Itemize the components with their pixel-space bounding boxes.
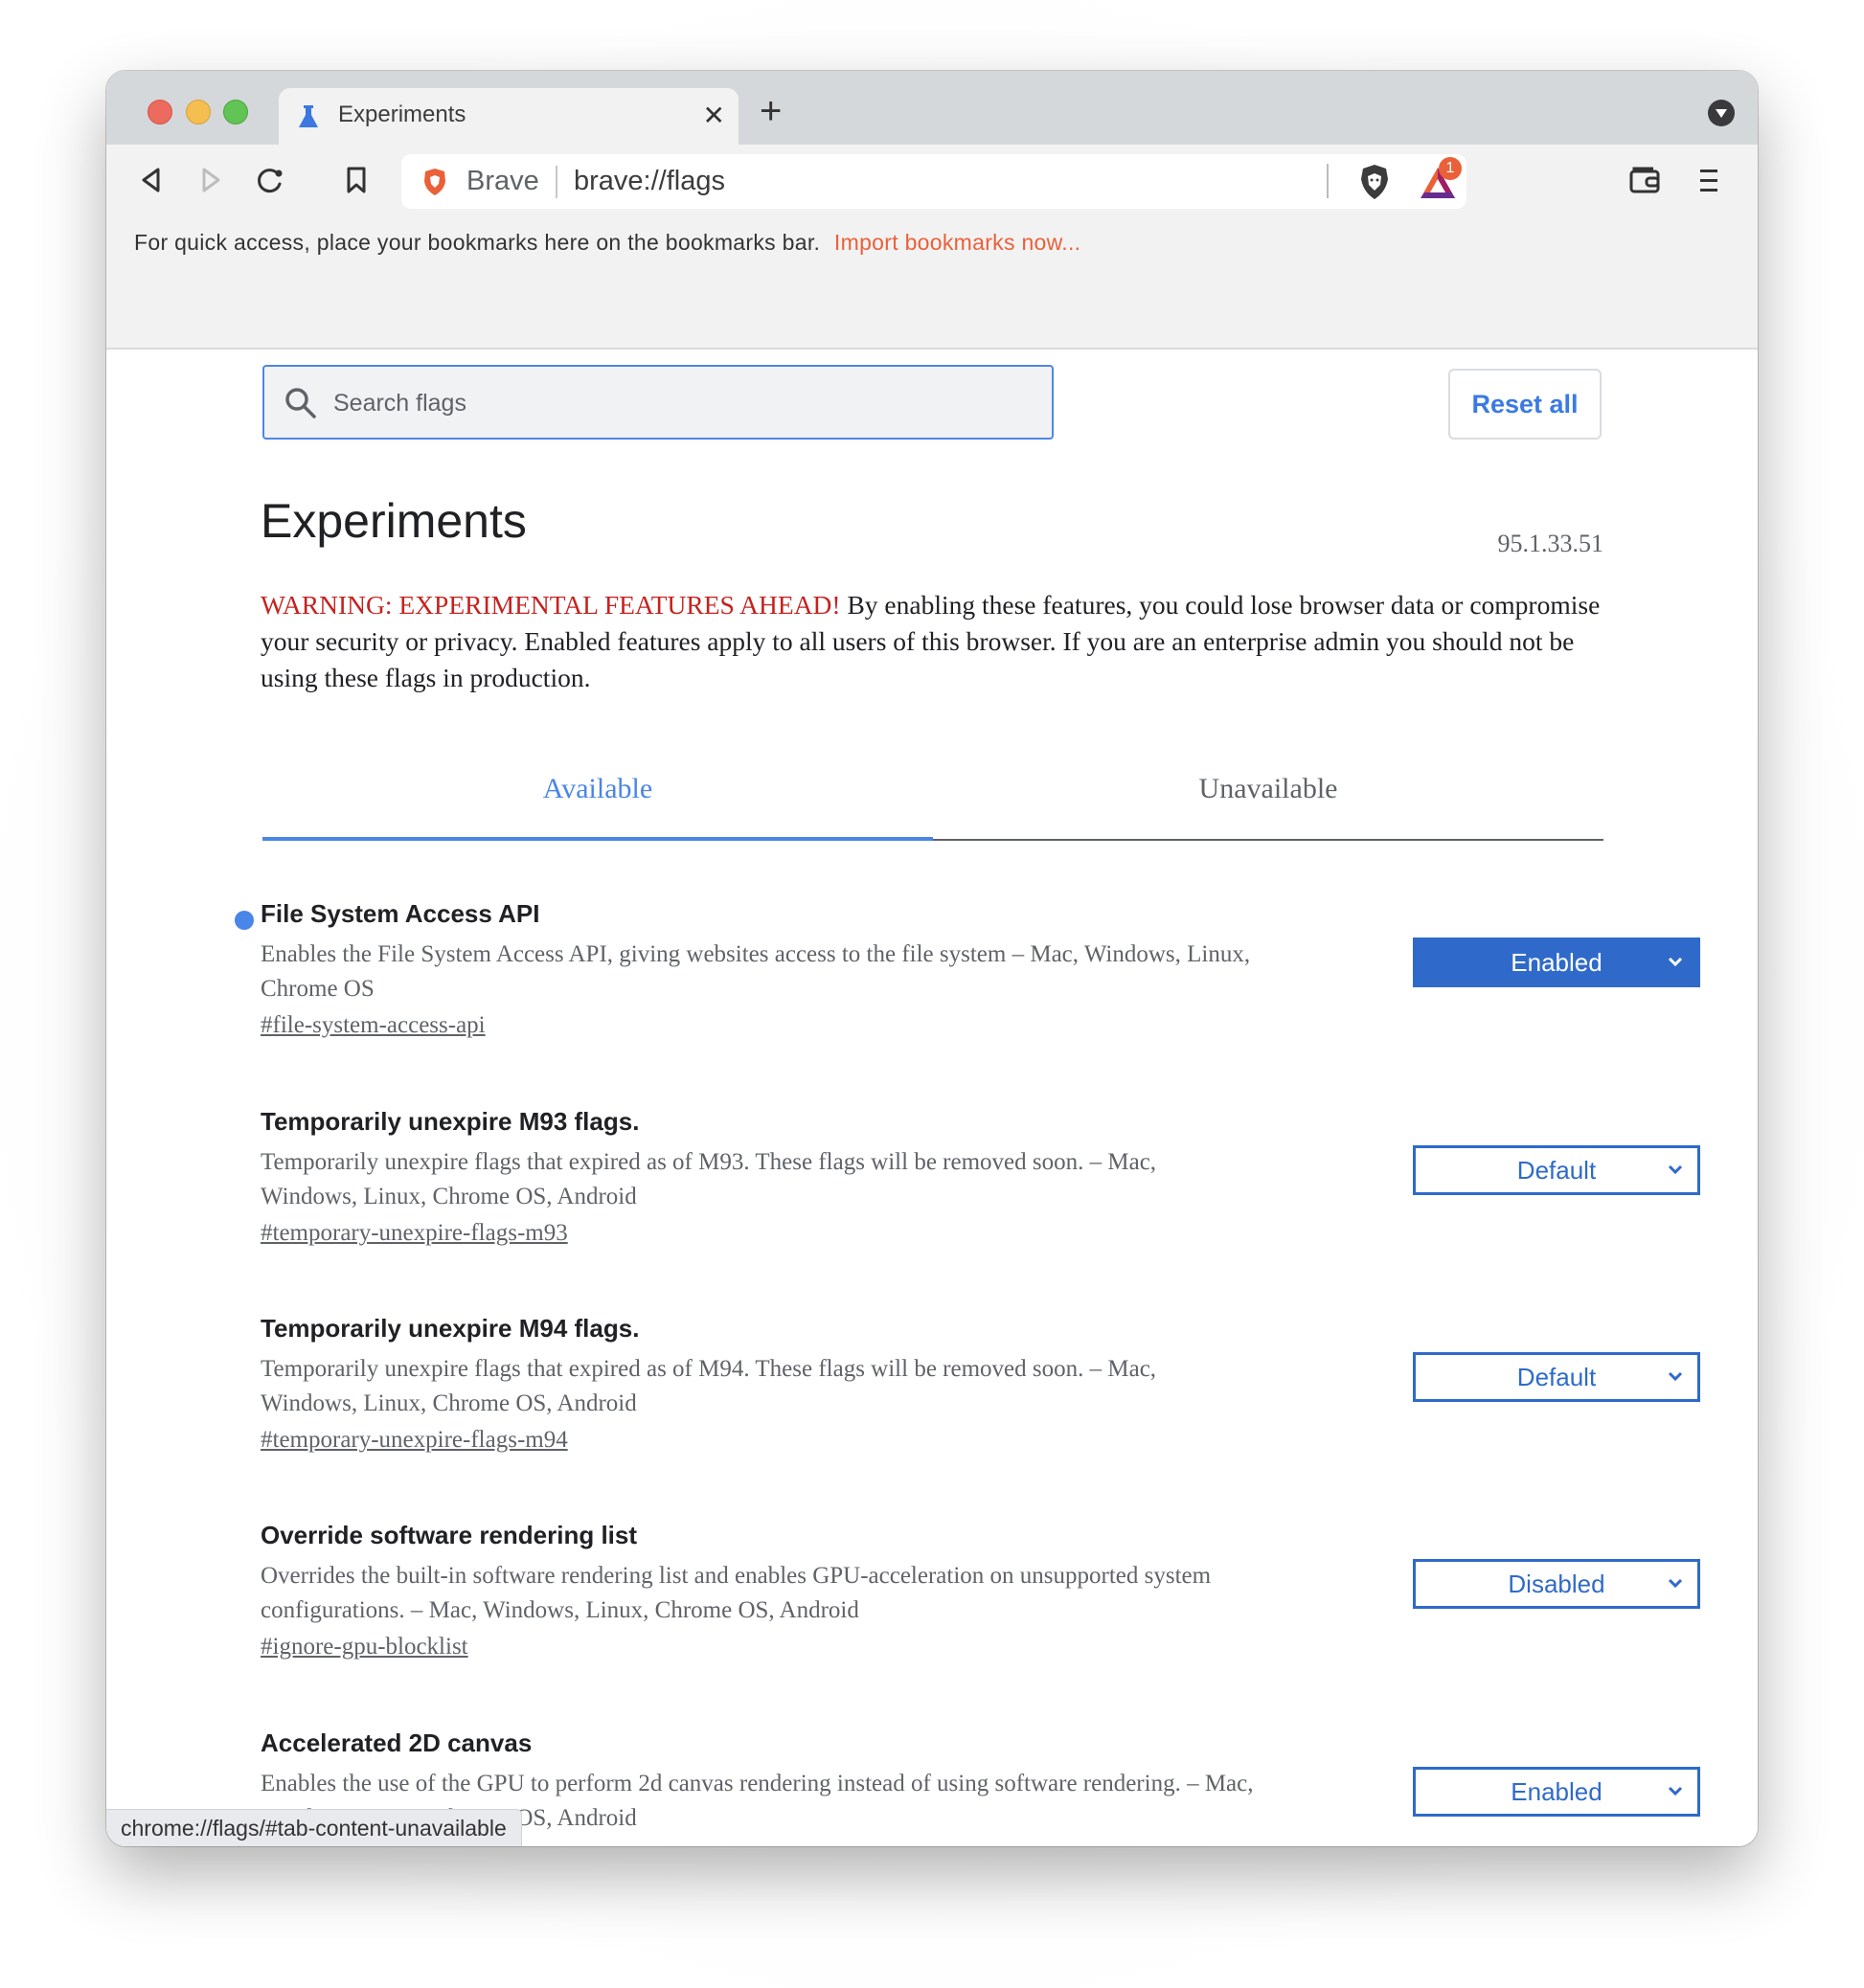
flag-state-value: Default: [1516, 1363, 1597, 1391]
url-text[interactable]: brave://flags: [574, 166, 725, 197]
flag-item: File System Access API Enables the File …: [235, 899, 1700, 1081]
flag-item: Temporarily unexpire M93 flags. Temporar…: [261, 1107, 1700, 1289]
tab-available[interactable]: Available: [262, 751, 933, 841]
window-close-button[interactable]: [148, 100, 172, 124]
flag-state-select[interactable]: Disabled: [1413, 1559, 1700, 1609]
flag-state-select[interactable]: Default: [1413, 1145, 1700, 1195]
flag-permalink[interactable]: #temporary-unexpire-flags-m93: [261, 1220, 568, 1247]
flag-state-value: Disabled: [1508, 1570, 1605, 1598]
back-icon[interactable]: [135, 164, 168, 196]
tab-title: Experiments: [338, 102, 466, 127]
flag-name: Accelerated 2D canvas: [261, 1728, 533, 1757]
tab-unavailable[interactable]: Unavailable: [933, 751, 1603, 841]
flag-description: Temporarily unexpire flags that expired …: [261, 1356, 1157, 1416]
bookmarks-bar-message: For quick access, place your bookmarks h…: [134, 230, 1080, 256]
omnibox-divider: [1327, 164, 1329, 198]
flag-name: File System Access API: [261, 899, 540, 928]
flag-permalink[interactable]: #temporary-unexpire-flags-m94: [261, 1427, 568, 1454]
new-tab-button[interactable]: +: [760, 92, 782, 130]
flag-state-select[interactable]: Default: [1413, 1352, 1700, 1402]
search-icon: [285, 388, 316, 418]
flags-header: Reset all: [106, 350, 1758, 459]
flags-content: Experiments 95.1.33.51 WARNING: EXPERIME…: [106, 459, 1758, 1846]
flag-name: Override software rendering list: [261, 1521, 638, 1549]
bookmarks-hint-text: For quick access, place your bookmarks h…: [134, 230, 821, 255]
hamburger-menu-icon[interactable]: [1693, 164, 1725, 196]
flag-state-value: Enabled: [1511, 948, 1603, 977]
flag-permalink[interactable]: #file-system-access-api: [261, 1012, 486, 1039]
import-bookmarks-link[interactable]: Import bookmarks now...: [834, 230, 1080, 255]
flag-name: Temporarily unexpire M94 flags.: [261, 1314, 640, 1343]
flag-description: Temporarily unexpire flags that expired …: [261, 1149, 1157, 1209]
chevron-down-icon: [1668, 1786, 1683, 1796]
status-bubble: chrome://flags/#tab-content-unavailable: [106, 1809, 522, 1846]
brave-shields-icon[interactable]: [1359, 164, 1390, 200]
search-flags-field[interactable]: [262, 365, 1054, 440]
window-minimize-button[interactable]: [186, 100, 211, 124]
modified-indicator: [235, 911, 254, 930]
search-flags-input[interactable]: [331, 380, 1025, 426]
omnibox-divider: [556, 166, 557, 198]
flag-state-value: Enabled: [1511, 1777, 1603, 1806]
plus-icon: +: [760, 90, 783, 132]
flask-icon: [299, 105, 318, 127]
warning-emphasis: WARNING: EXPERIMENTAL FEATURES AHEAD!: [261, 590, 841, 620]
flag-state-select[interactable]: Enabled: [1413, 938, 1700, 987]
reset-all-button[interactable]: Reset all: [1448, 369, 1602, 440]
flag-description: Enables the File System Access API, givi…: [261, 941, 1251, 1002]
flags-tabs: Available Unavailable: [262, 751, 1603, 841]
toolbar: Brave brave://flags 1: [106, 145, 1758, 217]
reload-icon[interactable]: [254, 164, 286, 196]
flag-name: Temporarily unexpire M93 flags.: [261, 1107, 640, 1136]
version-label: 95.1.33.51: [1497, 530, 1604, 557]
forward-icon[interactable]: [194, 164, 227, 196]
tab-strip: Experiments ✕ +: [106, 71, 1758, 145]
flag-description: Overrides the built-in software renderin…: [261, 1563, 1212, 1623]
bookmark-icon[interactable]: [340, 164, 373, 196]
tab-close-icon[interactable]: ✕: [703, 100, 725, 131]
site-label: Brave: [466, 166, 539, 196]
rewards-badge: 1: [1439, 157, 1462, 180]
chevron-down-icon: [1668, 1578, 1683, 1589]
chevron-down-icon: [1668, 1371, 1683, 1382]
warning-message: WARNING: EXPERIMENTAL FEATURES AHEAD! By…: [261, 587, 1603, 696]
browser-window: Experiments ✕ + Brave brave://flags 1 Fo…: [106, 71, 1758, 1846]
brave-logo-icon: [424, 169, 445, 195]
chevron-down-icon: [1668, 1164, 1683, 1175]
flag-permalink[interactable]: #ignore-gpu-blocklist: [261, 1634, 468, 1660]
tab-search-icon[interactable]: [1708, 100, 1735, 126]
page-title: Experiments: [261, 494, 527, 548]
tab-experiments[interactable]: Experiments ✕: [279, 88, 739, 145]
flag-item: Temporarily unexpire M94 flags. Temporar…: [261, 1314, 1700, 1496]
chevron-down-icon: [1668, 957, 1683, 967]
flag-item: Override software rendering list Overrid…: [261, 1521, 1700, 1703]
bookmarks-bar: For quick access, place your bookmarks h…: [106, 217, 1758, 350]
wallet-icon[interactable]: [1628, 164, 1661, 196]
address-bar[interactable]: Brave brave://flags 1: [401, 154, 1466, 209]
flag-state-select[interactable]: Enabled: [1413, 1767, 1700, 1817]
window-zoom-button[interactable]: [223, 100, 248, 124]
flag-state-value: Default: [1516, 1156, 1597, 1185]
